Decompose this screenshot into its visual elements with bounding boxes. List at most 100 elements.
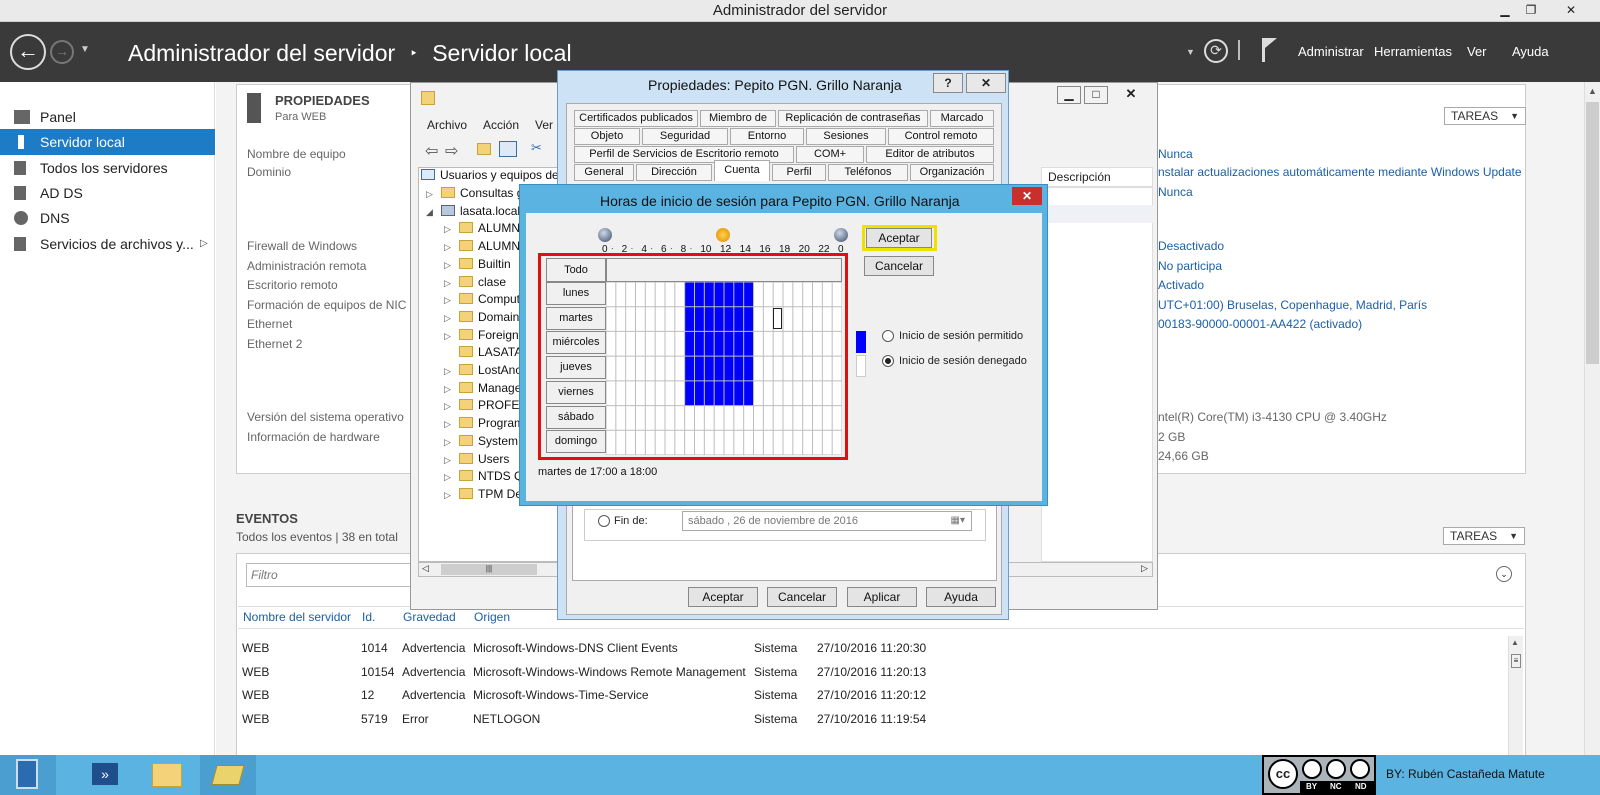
denied-hour-cell[interactable]	[714, 380, 724, 406]
expand-arrow-icon[interactable]: ◢	[426, 207, 436, 218]
ou-tree-item[interactable]: ▷ System	[444, 434, 518, 448]
denied-hour-cell[interactable]	[733, 282, 744, 307]
refresh-icon[interactable]: ⟳	[1204, 39, 1228, 63]
denied-hour-cell[interactable]	[704, 282, 715, 307]
prop-value-link[interactable]: 00183-90000-00001-AA422 (activado)	[1158, 317, 1362, 331]
tasks-dropdown[interactable]: TAREAS ▼	[1444, 107, 1526, 125]
expand-arrow-icon[interactable]: ▷	[444, 278, 454, 289]
scrollbar-thumb[interactable]: ≡	[1511, 654, 1521, 668]
close-button[interactable]: ✕	[1111, 86, 1151, 104]
ou-tree-item[interactable]: ▷ TPM De	[444, 487, 522, 501]
sidebar-item-dns[interactable]: DNS	[0, 205, 215, 231]
ou-tree-item[interactable]: ▷ clase	[444, 275, 506, 289]
close-button[interactable]: ✕	[966, 73, 1006, 93]
denied-hour-cell[interactable]	[733, 356, 744, 381]
expand-arrow-icon[interactable]: ▷	[444, 295, 454, 306]
scrollbar-thumb[interactable]: |||	[441, 564, 537, 575]
back-arrow-icon[interactable]: ←	[10, 34, 46, 70]
page-scrollbar[interactable]: ▲	[1584, 82, 1600, 755]
expand-arrow-icon[interactable]: ▷	[444, 419, 454, 430]
denied-hour-cell[interactable]	[724, 331, 734, 357]
ou-tree-item[interactable]: LASATA	[444, 345, 522, 359]
aceptar-button[interactable]: Aceptar	[688, 587, 758, 607]
close-button[interactable]: ✕	[1012, 187, 1042, 205]
expand-arrow-icon[interactable]: ▷	[444, 224, 454, 235]
explorer-taskbar-button[interactable]	[140, 755, 196, 795]
denied-hour-cell[interactable]	[704, 331, 715, 357]
tab-seguridad[interactable]: Seguridad	[642, 128, 728, 145]
day-button-1[interactable]: martes	[546, 306, 606, 330]
prop-value-link[interactable]: Nunca	[1158, 185, 1193, 199]
ou-tree-item[interactable]: ▷ ALUMN	[444, 239, 520, 253]
menu-administrar[interactable]: Administrar	[1298, 44, 1364, 59]
sidebar-item-servicios-archivos[interactable]: Servicios de archivos y... ▷	[0, 231, 215, 257]
help-button[interactable]: ?	[933, 73, 963, 93]
tab-objeto[interactable]: Objeto	[574, 128, 640, 145]
prop-value-link[interactable]: UTC+01:00) Bruselas, Copenhague, Madrid,…	[1158, 298, 1427, 312]
denied-hour-cell[interactable]	[694, 380, 705, 406]
expand-chevron-icon[interactable]: ⌄	[1496, 566, 1512, 582]
fin-de-radio[interactable]	[598, 515, 610, 527]
prop-value-link[interactable]: Desactivado	[1158, 239, 1224, 253]
day-button-5[interactable]: sábado	[546, 405, 606, 429]
end-date-picker[interactable]: sábado , 26 de noviembre de 2016 ▦▾	[682, 511, 972, 531]
day-button-4[interactable]: viernes	[546, 380, 606, 404]
denied-hour-cell[interactable]	[684, 356, 695, 381]
forward-arrow-icon[interactable]: →	[50, 40, 74, 64]
tree-root-item[interactable]: Usuarios y equipos de	[421, 168, 559, 182]
sidebar-item-panel[interactable]: Panel	[0, 104, 215, 130]
calendar-icon[interactable]: ▦▾	[951, 512, 965, 530]
aplicar-button[interactable]: Aplicar	[847, 587, 917, 607]
denied-hour-cell[interactable]	[714, 282, 724, 307]
tab-direccion[interactable]: Dirección	[636, 164, 712, 181]
denied-hour-cell[interactable]	[694, 356, 705, 381]
menu-accion[interactable]: Acción	[483, 118, 519, 132]
events-tasks-dropdown[interactable]: TAREAS ▼	[1443, 527, 1525, 545]
scroll-up-icon[interactable]: ▲	[1588, 86, 1597, 96]
column-header-source[interactable]: Origen	[474, 610, 510, 624]
tab-telefonos[interactable]: Teléfonos	[828, 164, 908, 181]
cut-icon[interactable]: ✂	[531, 140, 542, 156]
expand-arrow-icon[interactable]: ▷	[444, 260, 454, 271]
sidebar-item-servidor-local[interactable]: Servidor local	[0, 129, 215, 155]
tab-replicacion[interactable]: Replicación de contraseñas	[778, 110, 928, 127]
denied-hour-cell[interactable]	[724, 380, 734, 406]
cancelar-button[interactable]: Cancelar	[767, 587, 837, 607]
domain-tree-item[interactable]: ◢ lasata.local	[426, 204, 520, 218]
denied-hour-cell[interactable]	[704, 356, 715, 381]
prop-value-link[interactable]: Nunca	[1158, 147, 1193, 161]
selected-row[interactable]	[1041, 205, 1153, 223]
ou-tree-item[interactable]: ▷ ALUMN	[444, 221, 520, 235]
close-button[interactable]: ✕	[1546, 2, 1596, 19]
description-column-header[interactable]: Descripción	[1041, 167, 1153, 187]
minimize-button[interactable]: ▁	[1057, 86, 1081, 104]
denied-hour-cell[interactable]	[684, 306, 695, 332]
expand-arrow-icon[interactable]: ▷	[444, 455, 454, 466]
history-dropdown-icon[interactable]: ▼	[80, 44, 90, 55]
expand-arrow-icon[interactable]: ▷	[444, 331, 454, 342]
denied-hour-cell[interactable]	[743, 356, 754, 381]
hours-aceptar-button[interactable]: Aceptar	[866, 228, 932, 248]
column-header-id[interactable]: Id.	[362, 610, 375, 624]
denied-hour-cell[interactable]	[743, 306, 754, 332]
ou-tree-item[interactable]: ▷ Program	[444, 416, 524, 430]
denied-hour-cell[interactable]	[704, 380, 715, 406]
denied-hour-cell[interactable]	[704, 306, 715, 332]
logon-hours-grid[interactable]	[606, 282, 842, 455]
sidebar-item-ad-ds[interactable]: AD DS	[0, 180, 215, 206]
flag-icon[interactable]	[1262, 38, 1277, 62]
tab-editor-atributos[interactable]: Editor de atributos	[866, 146, 994, 163]
menu-ver[interactable]: Ver	[1467, 44, 1487, 59]
denied-hour-cell[interactable]	[743, 380, 754, 406]
denied-hour-cell[interactable]	[694, 282, 705, 307]
denied-hour-cell[interactable]	[733, 331, 744, 357]
menu-ayuda[interactable]: Ayuda	[1512, 44, 1549, 59]
expand-arrow-icon[interactable]: ▷	[426, 189, 436, 200]
prop-value-link[interactable]: Activado	[1158, 278, 1204, 292]
dropdown-icon[interactable]: ▼	[1186, 47, 1195, 57]
breadcrumb-root[interactable]: Administrador del servidor	[128, 40, 395, 66]
ou-tree-item[interactable]: ▷ Comput	[444, 292, 520, 306]
prop-value-link[interactable]: nstalar actualizaciones automáticamente …	[1158, 165, 1522, 179]
all-button[interactable]: Todo	[546, 258, 606, 282]
expand-arrow-icon[interactable]: ▷	[444, 366, 454, 377]
